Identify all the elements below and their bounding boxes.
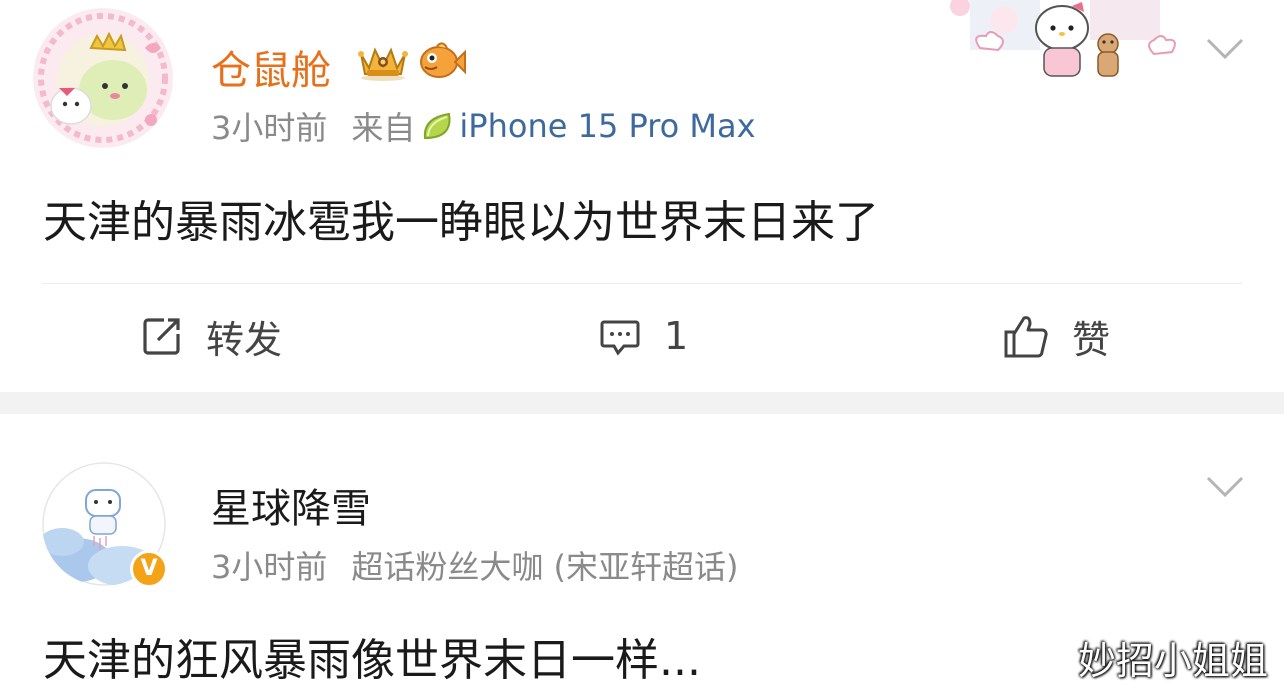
decorative-banner	[940, 0, 1180, 90]
verified-badge-icon: V	[130, 550, 168, 588]
post-meta: 3小时前 超话粉丝大咖 (宋亚轩超话)	[211, 542, 739, 588]
super-topic-tag[interactable]: 超话粉丝大咖 (宋亚轩超话)	[351, 542, 738, 588]
source-prefix: 来自	[351, 109, 416, 147]
fish-badge-icon[interactable]	[417, 40, 467, 82]
post-card: 仓鼠舱 3小时前 来自 iPhone 15 Pro Max 天津的暴雨冰雹我一睁…	[0, 0, 1284, 392]
like-label: 赞	[1072, 317, 1111, 362]
post-content: 天津的暴雨冰雹我一睁眼以为世界末日来了	[43, 197, 879, 248]
post-time: 3小时前	[211, 548, 328, 586]
username[interactable]: 仓鼠舱	[211, 38, 331, 96]
verified-mark: V	[140, 556, 158, 581]
repost-label: 转发	[206, 317, 283, 362]
divider	[42, 283, 1242, 284]
chevron-down-icon[interactable]	[1205, 474, 1245, 500]
like-icon	[1004, 316, 1048, 358]
repost-button[interactable]: 转发	[140, 308, 282, 364]
avatar[interactable]	[33, 8, 173, 148]
lime-icon	[424, 112, 451, 140]
device-link[interactable]: iPhone 15 Pro Max	[459, 107, 755, 145]
repost-icon	[143, 318, 180, 355]
like-button[interactable]: 赞	[1002, 308, 1110, 364]
comment-button[interactable]: 1	[598, 308, 688, 364]
post-content: 天津的狂风暴雨像世界末日一样...	[43, 635, 701, 686]
comment-count: 1	[664, 314, 689, 358]
username[interactable]: 星球降雪	[211, 476, 371, 534]
comment-icon	[600, 320, 640, 356]
chevron-down-icon[interactable]	[1205, 36, 1245, 62]
watermark: 妙招小姐姐	[1078, 639, 1269, 683]
crown-badge-icon[interactable]	[355, 40, 411, 82]
post-separator	[0, 392, 1284, 414]
post-meta: 3小时前 来自 iPhone 15 Pro Max	[211, 106, 756, 147]
post-time: 3小时前	[211, 109, 328, 147]
